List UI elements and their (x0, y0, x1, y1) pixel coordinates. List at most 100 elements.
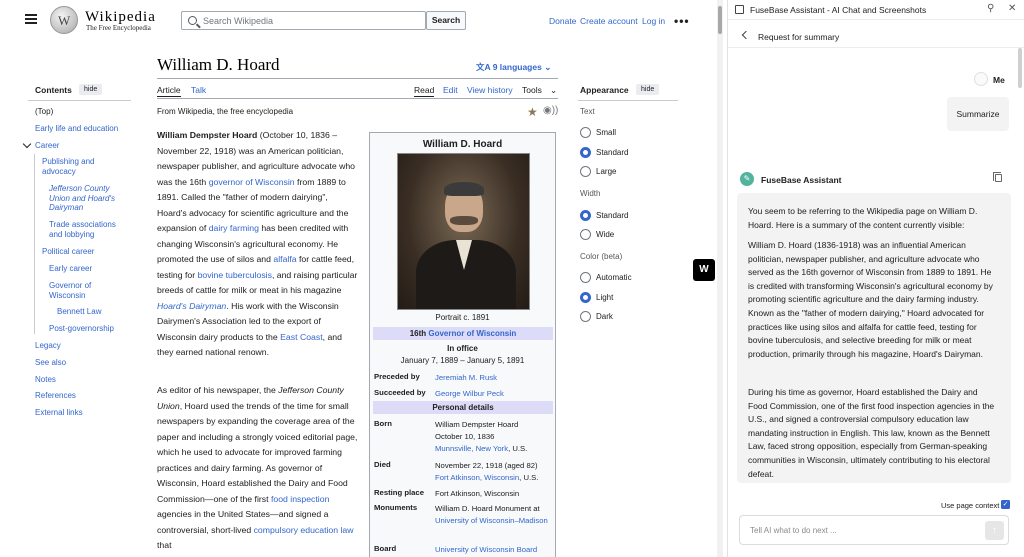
portrait-image[interactable] (397, 153, 530, 310)
toc-item-references[interactable]: References (35, 391, 76, 401)
tab-edit[interactable]: Edit (443, 85, 458, 95)
born-place-link[interactable]: Munnsville, New York (435, 444, 508, 453)
born-value: William Dempster Hoard October 10, 1836 … (435, 419, 555, 455)
toc-item-career[interactable]: Career (35, 141, 59, 151)
toc-item-jefferson-county[interactable]: Jefferson County Union and Hoard's Dairy… (49, 184, 124, 213)
radio-selected-icon[interactable] (580, 147, 591, 158)
toc-item-early-career[interactable]: Early career (49, 264, 92, 274)
toc-item-governor[interactable]: Governor of Wisconsin (49, 281, 109, 300)
tab-view-history[interactable]: View history (467, 85, 513, 95)
article-link[interactable]: compulsory education law (254, 525, 354, 535)
languages-button[interactable]: 文A 9 languages ⌄ (476, 61, 551, 73)
featured-star-icon[interactable]: ★ (527, 105, 538, 119)
article-link[interactable]: Hoard's Dairyman (157, 301, 226, 311)
board-link[interactable]: University of Wisconsin Board (435, 545, 537, 554)
radio-icon[interactable] (580, 272, 591, 283)
toc-item-post-governorship[interactable]: Post-governorship (49, 324, 114, 334)
preceded-link[interactable]: Jeremiah M. Rusk (435, 372, 555, 384)
appearance-hide-button[interactable]: hide (636, 84, 660, 95)
scrollbar-thumb[interactable] (1018, 48, 1022, 88)
preceded-value[interactable]: Jeremiah M. Rusk (435, 373, 497, 382)
copy-icon[interactable] (993, 172, 1002, 182)
tab-article[interactable]: Article (157, 85, 181, 97)
search-input[interactable]: Search Wikipedia (181, 11, 426, 30)
use-page-context-checkbox[interactable]: ✓ (1001, 500, 1010, 509)
close-icon[interactable]: ✕ (1008, 3, 1016, 14)
toc-item-top[interactable]: (Top) (35, 107, 53, 117)
chat-scrollbar[interactable] (1017, 48, 1023, 488)
article-paragraph-1: William Dempster Hoard (October 10, 1836… (157, 128, 359, 361)
article-paragraph-2: As editor of his newspaper, the Jefferso… (157, 383, 359, 554)
width-standard-option[interactable]: Standard (580, 210, 628, 221)
toc-item-notes[interactable]: Notes (35, 375, 56, 385)
toc-item-see-also[interactable]: See also (35, 358, 66, 368)
donate-link[interactable]: Donate (549, 16, 576, 26)
in-office-label: In office (447, 344, 478, 353)
toc-item-external-links[interactable]: External links (35, 408, 83, 418)
fusebase-launcher-icon[interactable]: W (693, 259, 715, 281)
resting-value: Fort Atkinson, Wisconsin (435, 489, 520, 498)
chevron-down-icon[interactable] (22, 139, 32, 149)
color-dark-option[interactable]: Dark (580, 311, 613, 322)
article-link[interactable]: bovine tuberculosis (198, 270, 272, 280)
radio-selected-icon[interactable] (580, 292, 591, 303)
governor-link[interactable]: Governor of Wisconsin (428, 329, 516, 338)
text-size-label: Text (580, 107, 595, 116)
text-run: that (157, 540, 172, 550)
radio-icon[interactable] (580, 127, 591, 138)
radio-icon[interactable] (580, 311, 591, 322)
use-page-context-label: Use page context (941, 501, 1000, 510)
color-automatic-option[interactable]: Automatic (580, 272, 632, 283)
infobox-title: William D. Hoard (422, 139, 503, 150)
article-link[interactable]: alfalfa (273, 254, 296, 264)
chevron-down-icon: ⌄ (544, 62, 552, 72)
back-arrow-icon[interactable] (741, 30, 751, 40)
toc-item-publishing[interactable]: Publishing and advocacy (42, 157, 112, 176)
toc-item-legacy[interactable]: Legacy (35, 341, 61, 351)
portrait-caption: Portrait c. 1891 (435, 313, 490, 322)
text-large-option[interactable]: Large (580, 166, 616, 177)
width-wide-option[interactable]: Wide (580, 229, 614, 240)
radio-icon[interactable] (580, 166, 591, 177)
unpin-icon[interactable]: ⚲ (987, 3, 994, 14)
more-options-icon[interactable]: ••• (674, 14, 690, 28)
text-standard-option[interactable]: Standard (580, 147, 628, 158)
chat-input[interactable]: Tell AI what to do next ... ↑ (739, 515, 1009, 545)
radio-selected-icon[interactable] (580, 210, 591, 221)
article-link[interactable]: food inspection (271, 494, 329, 504)
succeeded-link[interactable]: George Wilbur Peck (435, 388, 555, 400)
succeeded-value[interactable]: George Wilbur Peck (435, 389, 504, 398)
tab-talk[interactable]: Talk (191, 85, 206, 95)
board-value[interactable]: University of Wisconsin Board (435, 544, 555, 556)
color-light-option[interactable]: Light (580, 292, 613, 303)
create-account-link[interactable]: Create account (580, 16, 638, 26)
toc-item-trade-associations[interactable]: Trade associations and lobbying (49, 220, 124, 239)
died-place-link[interactable]: Fort Atkinson, Wisconsin (435, 473, 519, 482)
text-small-option[interactable]: Small (580, 127, 616, 138)
audio-icon[interactable]: ◉)) (543, 105, 558, 116)
main-menu-icon[interactable] (25, 14, 37, 24)
article-link[interactable]: East Coast (280, 332, 323, 342)
toc-item-bennett-law[interactable]: Bennett Law (57, 307, 101, 317)
tools-menu[interactable]: Tools (522, 85, 542, 95)
login-link[interactable]: Log in (642, 16, 665, 26)
resting-label: Resting place (374, 488, 424, 497)
option-label: Light (596, 293, 614, 302)
toc-item-early-life[interactable]: Early life and education (35, 124, 118, 134)
search-button[interactable]: Search (426, 11, 466, 30)
tab-read[interactable]: Read (414, 85, 435, 97)
university-link[interactable]: University of Wisconsin–Madison (435, 516, 548, 525)
chevron-down-icon[interactable]: ⌄ (550, 85, 557, 96)
page-scrollbar[interactable] (717, 0, 723, 557)
article-link[interactable]: governor of Wisconsin (209, 177, 295, 187)
radio-icon[interactable] (580, 229, 591, 240)
assistant-message: You seem to be referring to the Wikipedi… (737, 193, 1011, 483)
wikipedia-logo[interactable] (50, 6, 78, 34)
toc-item-political-career[interactable]: Political career (42, 247, 94, 257)
article-link[interactable]: dairy farming (209, 223, 259, 233)
send-button[interactable]: ↑ (985, 521, 1004, 540)
toc-hide-button[interactable]: hide (79, 84, 103, 95)
toc-divider (28, 100, 131, 101)
scrollbar-thumb[interactable] (718, 6, 722, 34)
died-value: November 22, 1918 (aged 82) Fort Atkinso… (435, 460, 555, 484)
